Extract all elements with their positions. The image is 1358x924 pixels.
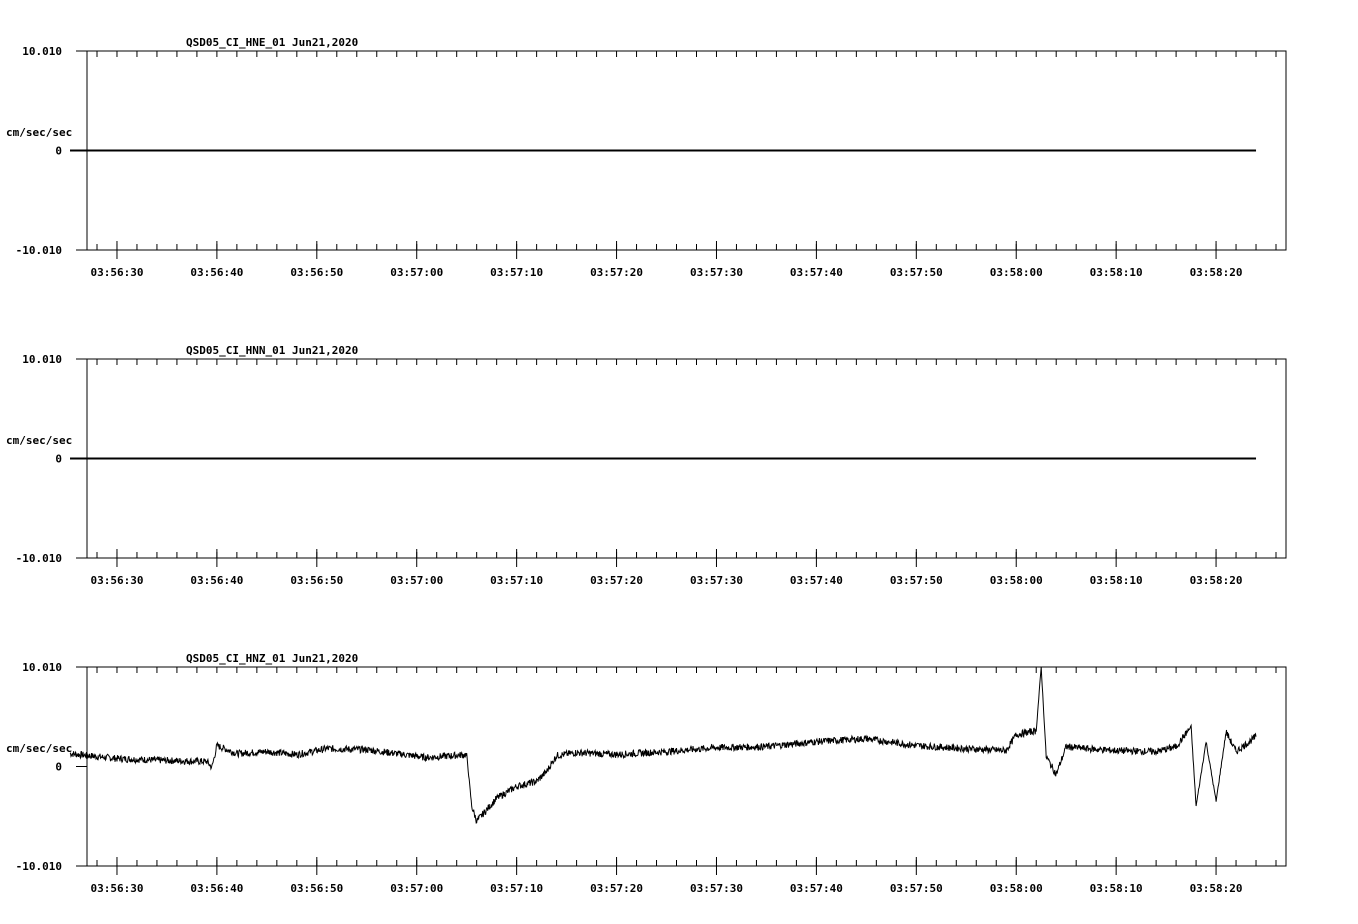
x-tick-label: 03:56:50 <box>290 574 343 587</box>
x-tick-label: 03:58:00 <box>990 266 1043 279</box>
x-tick-label: 03:57:20 <box>590 266 643 279</box>
x-tick-label: 03:58:10 <box>1090 266 1143 279</box>
y-axis-label: cm/sec/sec <box>6 434 72 447</box>
x-tick-label: 03:57:30 <box>690 574 743 587</box>
plot-frame <box>86 666 1287 867</box>
y-tick-label: -10.010 <box>16 244 62 257</box>
x-tick-label: 03:57:00 <box>390 266 443 279</box>
x-tick-label: 03:57:50 <box>890 574 943 587</box>
x-tick-label: 03:58:20 <box>1190 882 1243 895</box>
x-tick-label: 03:57:50 <box>890 882 943 895</box>
x-tick-label: 03:57:30 <box>690 266 743 279</box>
x-tick-label: 03:57:40 <box>790 574 843 587</box>
x-tick-label: 03:56:30 <box>90 574 143 587</box>
x-tick-label: 03:58:10 <box>1090 574 1143 587</box>
y-tick-label: 10.010 <box>22 45 62 58</box>
seismogram-figure: QSD05_CI_HNE_01 Jun21,2020 10.010 0 -10.010… <box>6 36 1287 895</box>
x-tick-label: 03:56:30 <box>90 882 143 895</box>
x-tick-label: 03:57:20 <box>590 574 643 587</box>
x-tick-label: 03:58:00 <box>990 574 1043 587</box>
x-tick-label: 03:57:00 <box>390 574 443 587</box>
x-tick-label: 03:58:20 <box>1190 574 1243 587</box>
y-tick-label: 0 <box>55 453 62 466</box>
chart-title: QSD05_CI_HNE_01 Jun21,2020 <box>186 36 358 49</box>
chart-title: QSD05_CI_HNZ_01 Jun21,2020 <box>186 652 358 665</box>
x-tick-label: 03:57:40 <box>790 266 843 279</box>
y-tick-label: 0 <box>55 145 62 158</box>
y-tick-label: 0 <box>55 761 62 774</box>
x-tick-label: 03:57:10 <box>490 574 543 587</box>
x-tick-label: 03:57:30 <box>690 882 743 895</box>
x-tick-label: 03:56:50 <box>290 266 343 279</box>
x-tick-label: 03:57:10 <box>490 266 543 279</box>
x-tick-label: 03:56:40 <box>190 882 243 895</box>
x-tick-label: 03:58:20 <box>1190 266 1243 279</box>
x-tick-label: 03:57:50 <box>890 266 943 279</box>
y-tick-label: -10.010 <box>16 552 62 565</box>
x-tick-label: 03:58:00 <box>990 882 1043 895</box>
x-tick-label: 03:58:10 <box>1090 882 1143 895</box>
y-axis-label: cm/sec/sec <box>6 126 72 139</box>
chart-title: QSD05_CI_HNN_01 Jun21,2020 <box>186 344 358 357</box>
x-tick-label: 03:56:40 <box>190 574 243 587</box>
x-tick-label: 03:56:40 <box>190 266 243 279</box>
x-tick-label: 03:57:40 <box>790 882 843 895</box>
x-tick-label: 03:57:00 <box>390 882 443 895</box>
x-tick-label: 03:57:10 <box>490 882 543 895</box>
trace-line <box>69 666 1257 824</box>
x-tick-label: 03:57:20 <box>590 882 643 895</box>
y-axis-label: cm/sec/sec <box>6 742 72 755</box>
y-tick-label: 10.010 <box>22 353 62 366</box>
y-tick-label: 10.010 <box>22 661 62 674</box>
x-tick-label: 03:56:50 <box>290 882 343 895</box>
x-tick-label: 03:56:30 <box>90 266 143 279</box>
y-tick-label: -10.010 <box>16 860 62 873</box>
